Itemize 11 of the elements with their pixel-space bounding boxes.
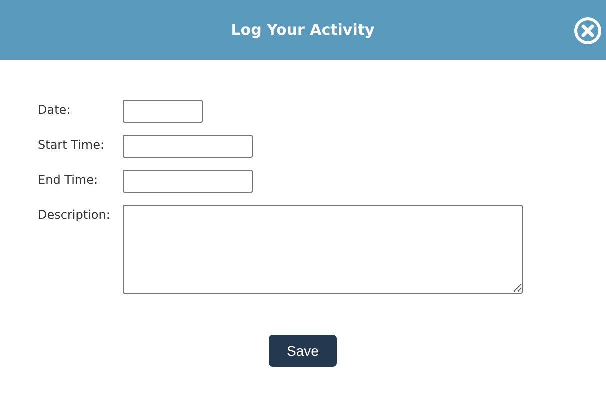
input-field[interactable] xyxy=(123,170,253,193)
close-icon[interactable] xyxy=(574,17,602,45)
field-label: End Time: xyxy=(38,172,100,187)
field-label: Start Time: xyxy=(38,137,106,152)
field-label: Date: xyxy=(38,102,72,117)
field-label: Description: xyxy=(38,207,112,222)
input-field[interactable] xyxy=(123,100,203,123)
input-field[interactable] xyxy=(123,135,253,158)
description-field[interactable] xyxy=(123,205,523,294)
save-button[interactable]: Save xyxy=(269,335,337,367)
dialog-title: Log Your Activity xyxy=(231,21,375,39)
